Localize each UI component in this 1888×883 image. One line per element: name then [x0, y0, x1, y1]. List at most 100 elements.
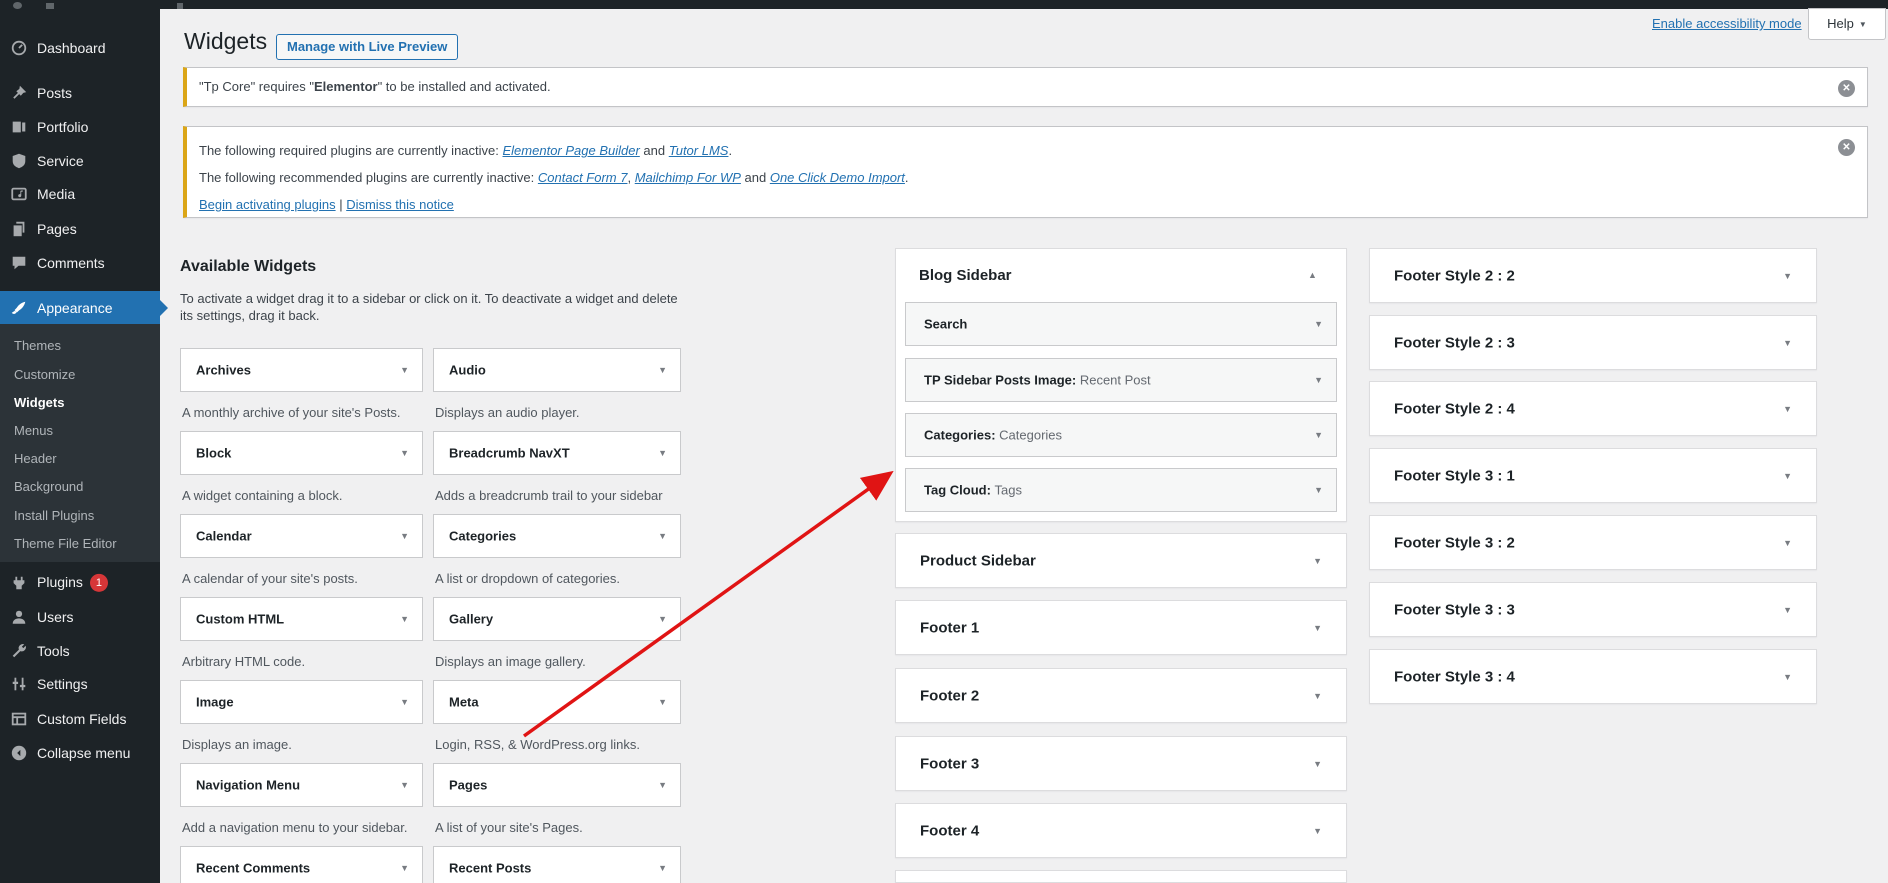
- widget-card-gallery[interactable]: Gallery▼: [433, 597, 681, 641]
- sidebar-item-portfolio[interactable]: Portfolio: [0, 110, 160, 144]
- sidebar-panel-footer-1[interactable]: Footer 1▼: [895, 600, 1347, 655]
- notice-link[interactable]: One Click Demo Import: [770, 170, 905, 185]
- sidebar-subitem-widgets[interactable]: Widgets: [0, 389, 160, 417]
- notice-link[interactable]: Contact Form 7: [538, 170, 628, 185]
- sidebar-subitem-install-plugins[interactable]: Install Plugins: [0, 502, 160, 530]
- notice-link[interactable]: Dismiss this notice: [346, 197, 454, 212]
- sidebar-panel-footer-style-3-3[interactable]: Footer Style 3 : 3▼: [1369, 582, 1817, 637]
- sidebar-subitem-header[interactable]: Header: [0, 445, 160, 473]
- widget-card-navigation-menu[interactable]: Navigation Menu▼: [180, 763, 423, 807]
- chevron-up-icon[interactable]: ▲: [1308, 270, 1317, 280]
- sidebar-item-settings[interactable]: Settings: [0, 667, 160, 701]
- chevron-down-icon[interactable]: ▼: [1314, 319, 1323, 329]
- chevron-down-icon[interactable]: ▼: [1313, 759, 1322, 769]
- sidebar-widget-row-tag-cloud[interactable]: Tag Cloud: Tags▼: [905, 468, 1337, 512]
- sidebar-panel-footer-style-3-4[interactable]: Footer Style 3 : 4▼: [1369, 649, 1817, 704]
- sidebar-item-posts[interactable]: Posts: [0, 76, 160, 110]
- widget-card-calendar[interactable]: Calendar▼: [180, 514, 423, 558]
- sidebar-panel-product-sidebar[interactable]: Product Sidebar▼: [895, 533, 1347, 588]
- chevron-down-icon[interactable]: ▼: [658, 365, 667, 375]
- sidebar-widget-row-tp-sidebar-posts-image[interactable]: TP Sidebar Posts Image: Recent Post▼: [905, 358, 1337, 402]
- widget-card-recent-posts[interactable]: Recent Posts▼: [433, 846, 681, 883]
- accessibility-mode-link[interactable]: Enable accessibility mode: [1652, 16, 1802, 31]
- widget-card-audio[interactable]: Audio▼: [433, 348, 681, 392]
- sidebar-item-plugins[interactable]: Plugins1: [0, 566, 160, 600]
- widget-card-image[interactable]: Image▼: [180, 680, 423, 724]
- chevron-down-icon[interactable]: ▼: [1783, 538, 1792, 548]
- chevron-down-icon[interactable]: ▼: [1314, 485, 1323, 495]
- sidebar-subitem-customize[interactable]: Customize: [0, 361, 160, 389]
- widget-card-meta[interactable]: Meta▼: [433, 680, 681, 724]
- chevron-down-icon[interactable]: ▼: [400, 697, 409, 707]
- widget-card-categories[interactable]: Categories▼: [433, 514, 681, 558]
- chevron-down-icon[interactable]: ▼: [1313, 623, 1322, 633]
- sidebar-item-appearance[interactable]: Appearance: [0, 291, 160, 324]
- sidebar-item-users[interactable]: Users: [0, 600, 160, 634]
- sidebar-panel-footer-4[interactable]: Footer 4▼: [895, 803, 1347, 858]
- chevron-down-icon[interactable]: ▼: [658, 780, 667, 790]
- help-dropdown[interactable]: Help▼: [1808, 8, 1886, 40]
- sidebar-panel-footer-style-3-2[interactable]: Footer Style 3 : 2▼: [1369, 515, 1817, 570]
- chevron-down-icon[interactable]: ▼: [1314, 375, 1323, 385]
- sidebar-subitem-theme-file-editor[interactable]: Theme File Editor: [0, 530, 160, 558]
- chevron-down-icon[interactable]: ▼: [1313, 556, 1322, 566]
- chevron-down-icon[interactable]: ▼: [400, 448, 409, 458]
- widget-card-archives[interactable]: Archives▼: [180, 348, 423, 392]
- chevron-down-icon[interactable]: ▼: [400, 365, 409, 375]
- sidebar-item-collapse-menu[interactable]: Collapse menu: [0, 736, 160, 770]
- widget-card-custom-html[interactable]: Custom HTML▼: [180, 597, 423, 641]
- widget-card-breadcrumb-navxt[interactable]: Breadcrumb NavXT▼: [433, 431, 681, 475]
- widget-card-recent-comments[interactable]: Recent Comments▼: [180, 846, 423, 883]
- sidebar-subitem-background[interactable]: Background: [0, 473, 160, 501]
- sidebar-panel-footer-style-2-2[interactable]: Footer Style 2 : 2▼: [1369, 248, 1817, 303]
- sidebar-subitem-menus[interactable]: Menus: [0, 417, 160, 445]
- sidebar-panel-footer-2[interactable]: Footer 2▼: [895, 668, 1347, 723]
- sidebar-panel-footer-style-3-1[interactable]: Footer Style 3 : 1▼: [1369, 448, 1817, 503]
- chevron-down-icon[interactable]: ▼: [1783, 672, 1792, 682]
- chevron-down-icon[interactable]: ▼: [1783, 338, 1792, 348]
- sidebar-item-label: Dashboard: [37, 40, 106, 56]
- sidebar-item-dashboard[interactable]: Dashboard: [0, 31, 160, 65]
- notice-link[interactable]: Elementor Page Builder: [503, 143, 640, 158]
- chevron-down-icon[interactable]: ▼: [1313, 826, 1322, 836]
- chevron-down-icon[interactable]: ▼: [658, 697, 667, 707]
- sidebar-panel-footer-style-2-4[interactable]: Footer Style 2 : 4▼: [1369, 381, 1817, 436]
- sidebar-item-custom-fields[interactable]: Custom Fields: [0, 702, 160, 736]
- chevron-down-icon[interactable]: ▼: [1783, 471, 1792, 481]
- chevron-down-icon[interactable]: ▼: [1314, 430, 1323, 440]
- sidebar-item-pages[interactable]: Pages: [0, 212, 160, 246]
- chevron-down-icon[interactable]: ▼: [1783, 271, 1792, 281]
- chevron-down-icon[interactable]: ▼: [658, 448, 667, 458]
- chevron-down-icon[interactable]: ▼: [1313, 691, 1322, 701]
- sidebar-item-tools[interactable]: Tools: [0, 634, 160, 668]
- sidebar-panel-footer-style-2-3[interactable]: Footer Style 2 : 3▼: [1369, 315, 1817, 370]
- dismiss-notice-icon[interactable]: ✕: [1838, 139, 1855, 156]
- sidebar-panel-footer-3[interactable]: Footer 3▼: [895, 736, 1347, 791]
- sidebar-item-text: Settings: [37, 676, 88, 692]
- widget-card-pages[interactable]: Pages▼: [433, 763, 681, 807]
- chevron-down-icon[interactable]: ▼: [400, 531, 409, 541]
- chevron-down-icon[interactable]: ▼: [658, 531, 667, 541]
- notice-link[interactable]: Mailchimp For WP: [635, 170, 741, 185]
- chevron-down-icon[interactable]: ▼: [1783, 404, 1792, 414]
- chevron-down-icon[interactable]: ▼: [658, 863, 667, 873]
- widget-description: Displays an audio player.: [435, 405, 683, 420]
- widget-card-block[interactable]: Block▼: [180, 431, 423, 475]
- chevron-down-icon[interactable]: ▼: [400, 614, 409, 624]
- sidebar-item-media[interactable]: Media: [0, 177, 160, 211]
- chevron-down-icon[interactable]: ▼: [1783, 605, 1792, 615]
- notice-link[interactable]: Begin activating plugins: [199, 197, 336, 212]
- manage-live-preview-button[interactable]: Manage with Live Preview: [276, 34, 458, 60]
- chevron-down-icon[interactable]: ▼: [400, 863, 409, 873]
- pages-icon: [10, 220, 28, 238]
- sidebar-widget-name: Search: [924, 317, 967, 332]
- chevron-down-icon[interactable]: ▼: [658, 614, 667, 624]
- dismiss-notice-icon[interactable]: ✕: [1838, 80, 1855, 97]
- sidebar-item-comments[interactable]: Comments: [0, 246, 160, 280]
- chevron-down-icon[interactable]: ▼: [400, 780, 409, 790]
- sidebar-widget-row-categories[interactable]: Categories: Categories▼: [905, 413, 1337, 457]
- sidebar-item-service[interactable]: Service: [0, 144, 160, 178]
- sidebar-widget-row-search[interactable]: Search ▼: [905, 302, 1337, 346]
- notice-link[interactable]: Tutor LMS: [669, 143, 729, 158]
- sidebar-subitem-themes[interactable]: Themes: [0, 332, 160, 360]
